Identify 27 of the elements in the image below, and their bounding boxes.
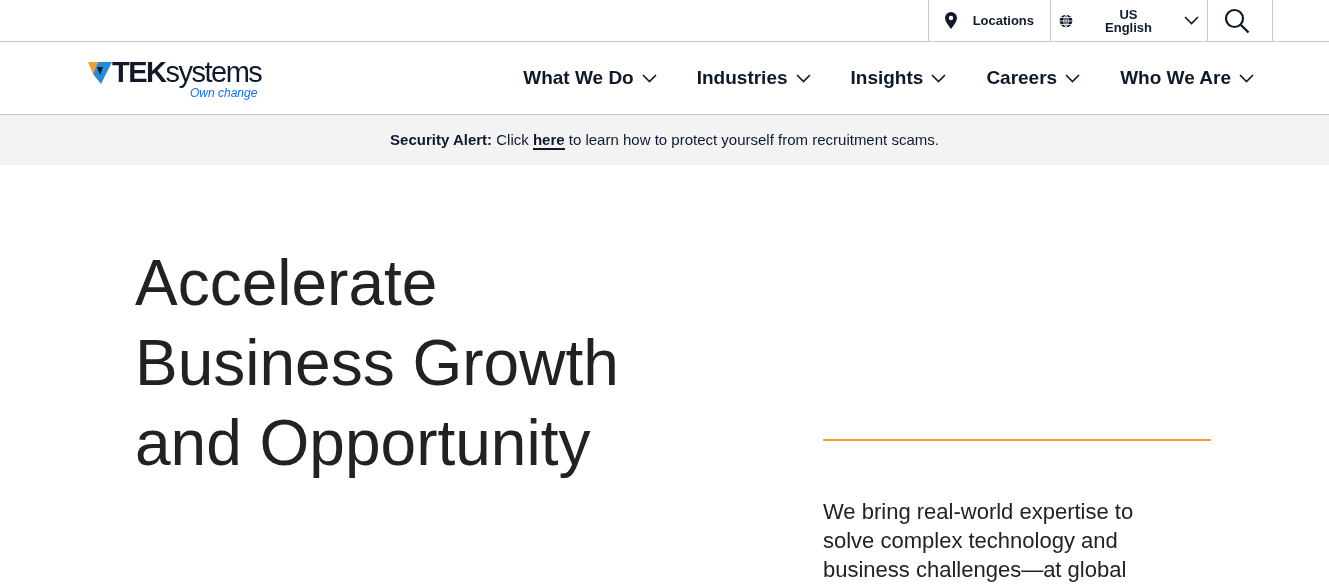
search-icon [1224, 7, 1250, 34]
logo-tagline: Own change [189, 86, 258, 99]
language-selector[interactable]: US English [1050, 0, 1207, 41]
locations-link[interactable]: Locations [927, 0, 1051, 41]
globe-icon [1059, 13, 1074, 28]
logo-wordmark: TEKsystems [112, 57, 262, 87]
company-logo[interactable]: TEKsystems Own change [88, 57, 262, 99]
security-alert-text: Security Alert: Click here to learn how to protect yourself from recruitment scams. [390, 129, 939, 152]
chevron-down-icon [1239, 73, 1254, 83]
chevron-down-icon [931, 73, 947, 83]
search-button[interactable] [1207, 0, 1273, 41]
region-label: US [1118, 7, 1139, 21]
alert-link[interactable]: here [532, 130, 565, 150]
language-label: English [1105, 20, 1152, 34]
nav-menu-item[interactable]: Who We Are [1120, 63, 1254, 93]
nav-menu-item[interactable]: What We Do [523, 63, 657, 93]
chevron-down-icon [795, 73, 811, 83]
logo-icon [88, 60, 112, 84]
chevron-down-icon [1184, 16, 1199, 25]
nav-menu-item[interactable]: Careers [986, 63, 1081, 93]
chevron-down-icon [1065, 73, 1081, 83]
hero-description: We bring real-world expertise to solve complex technology and business challenges—at global [823, 498, 1135, 584]
map-pin-icon [944, 12, 957, 29]
hero-heading: Accelerate Business Growth and Opportunity [135, 246, 620, 481]
nav-menu-item[interactable]: Industries [696, 63, 811, 93]
chevron-down-icon [641, 73, 657, 83]
nav-menu-item[interactable]: Insights [850, 63, 947, 93]
